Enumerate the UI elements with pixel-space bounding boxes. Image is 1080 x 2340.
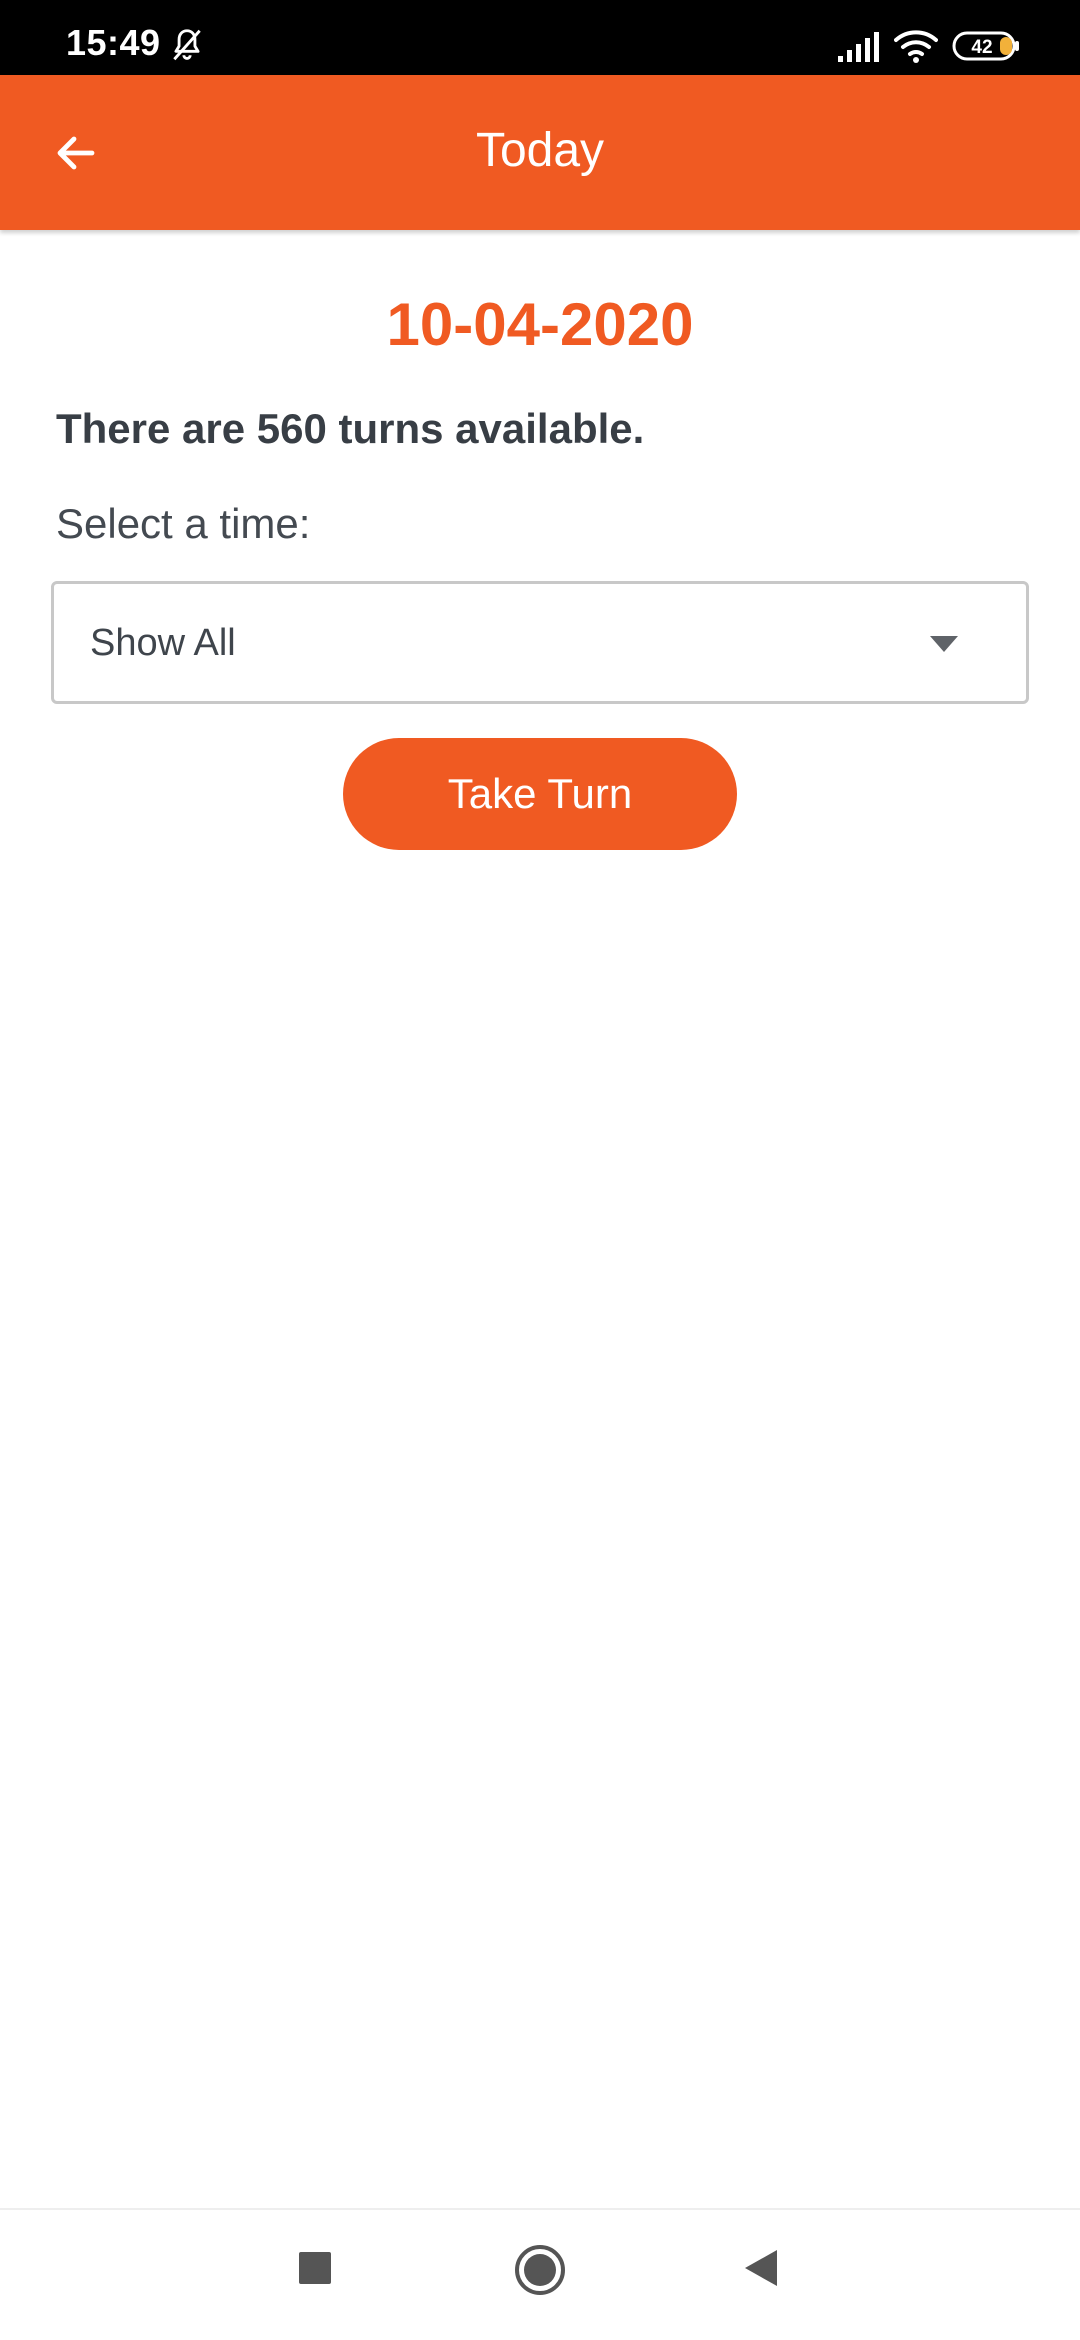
back-triangle-icon[interactable] bbox=[743, 2248, 779, 2288]
take-turn-button[interactable]: Take Turn bbox=[343, 738, 737, 850]
turns-available-text: There are 560 turns available. bbox=[56, 405, 645, 452]
system-nav-bar bbox=[0, 2208, 1080, 2340]
date-heading: 10-04-2020 bbox=[386, 291, 694, 358]
select-time-label: Select a time: bbox=[56, 500, 311, 547]
status-time: 15:49 bbox=[66, 22, 161, 63]
battery-icon: 42 bbox=[952, 30, 1020, 62]
screen: 15:49 42 Today 10-04-2020 There are 560 … bbox=[0, 0, 1080, 2340]
wifi-icon bbox=[894, 30, 938, 63]
status-bar: 15:49 42 bbox=[0, 0, 1080, 75]
caret-down-icon bbox=[930, 636, 958, 652]
page-title: Today bbox=[475, 124, 605, 177]
battery-level: 42 bbox=[971, 37, 992, 58]
app-bar: Today bbox=[0, 75, 1080, 230]
time-select-value: Show All bbox=[90, 622, 236, 664]
recents-square-icon[interactable] bbox=[297, 2250, 333, 2286]
home-circle-icon[interactable] bbox=[514, 2244, 566, 2296]
signal-icon bbox=[838, 32, 879, 62]
time-select-dropdown[interactable]: Show All bbox=[51, 581, 1029, 704]
bell-off-icon bbox=[173, 29, 201, 61]
